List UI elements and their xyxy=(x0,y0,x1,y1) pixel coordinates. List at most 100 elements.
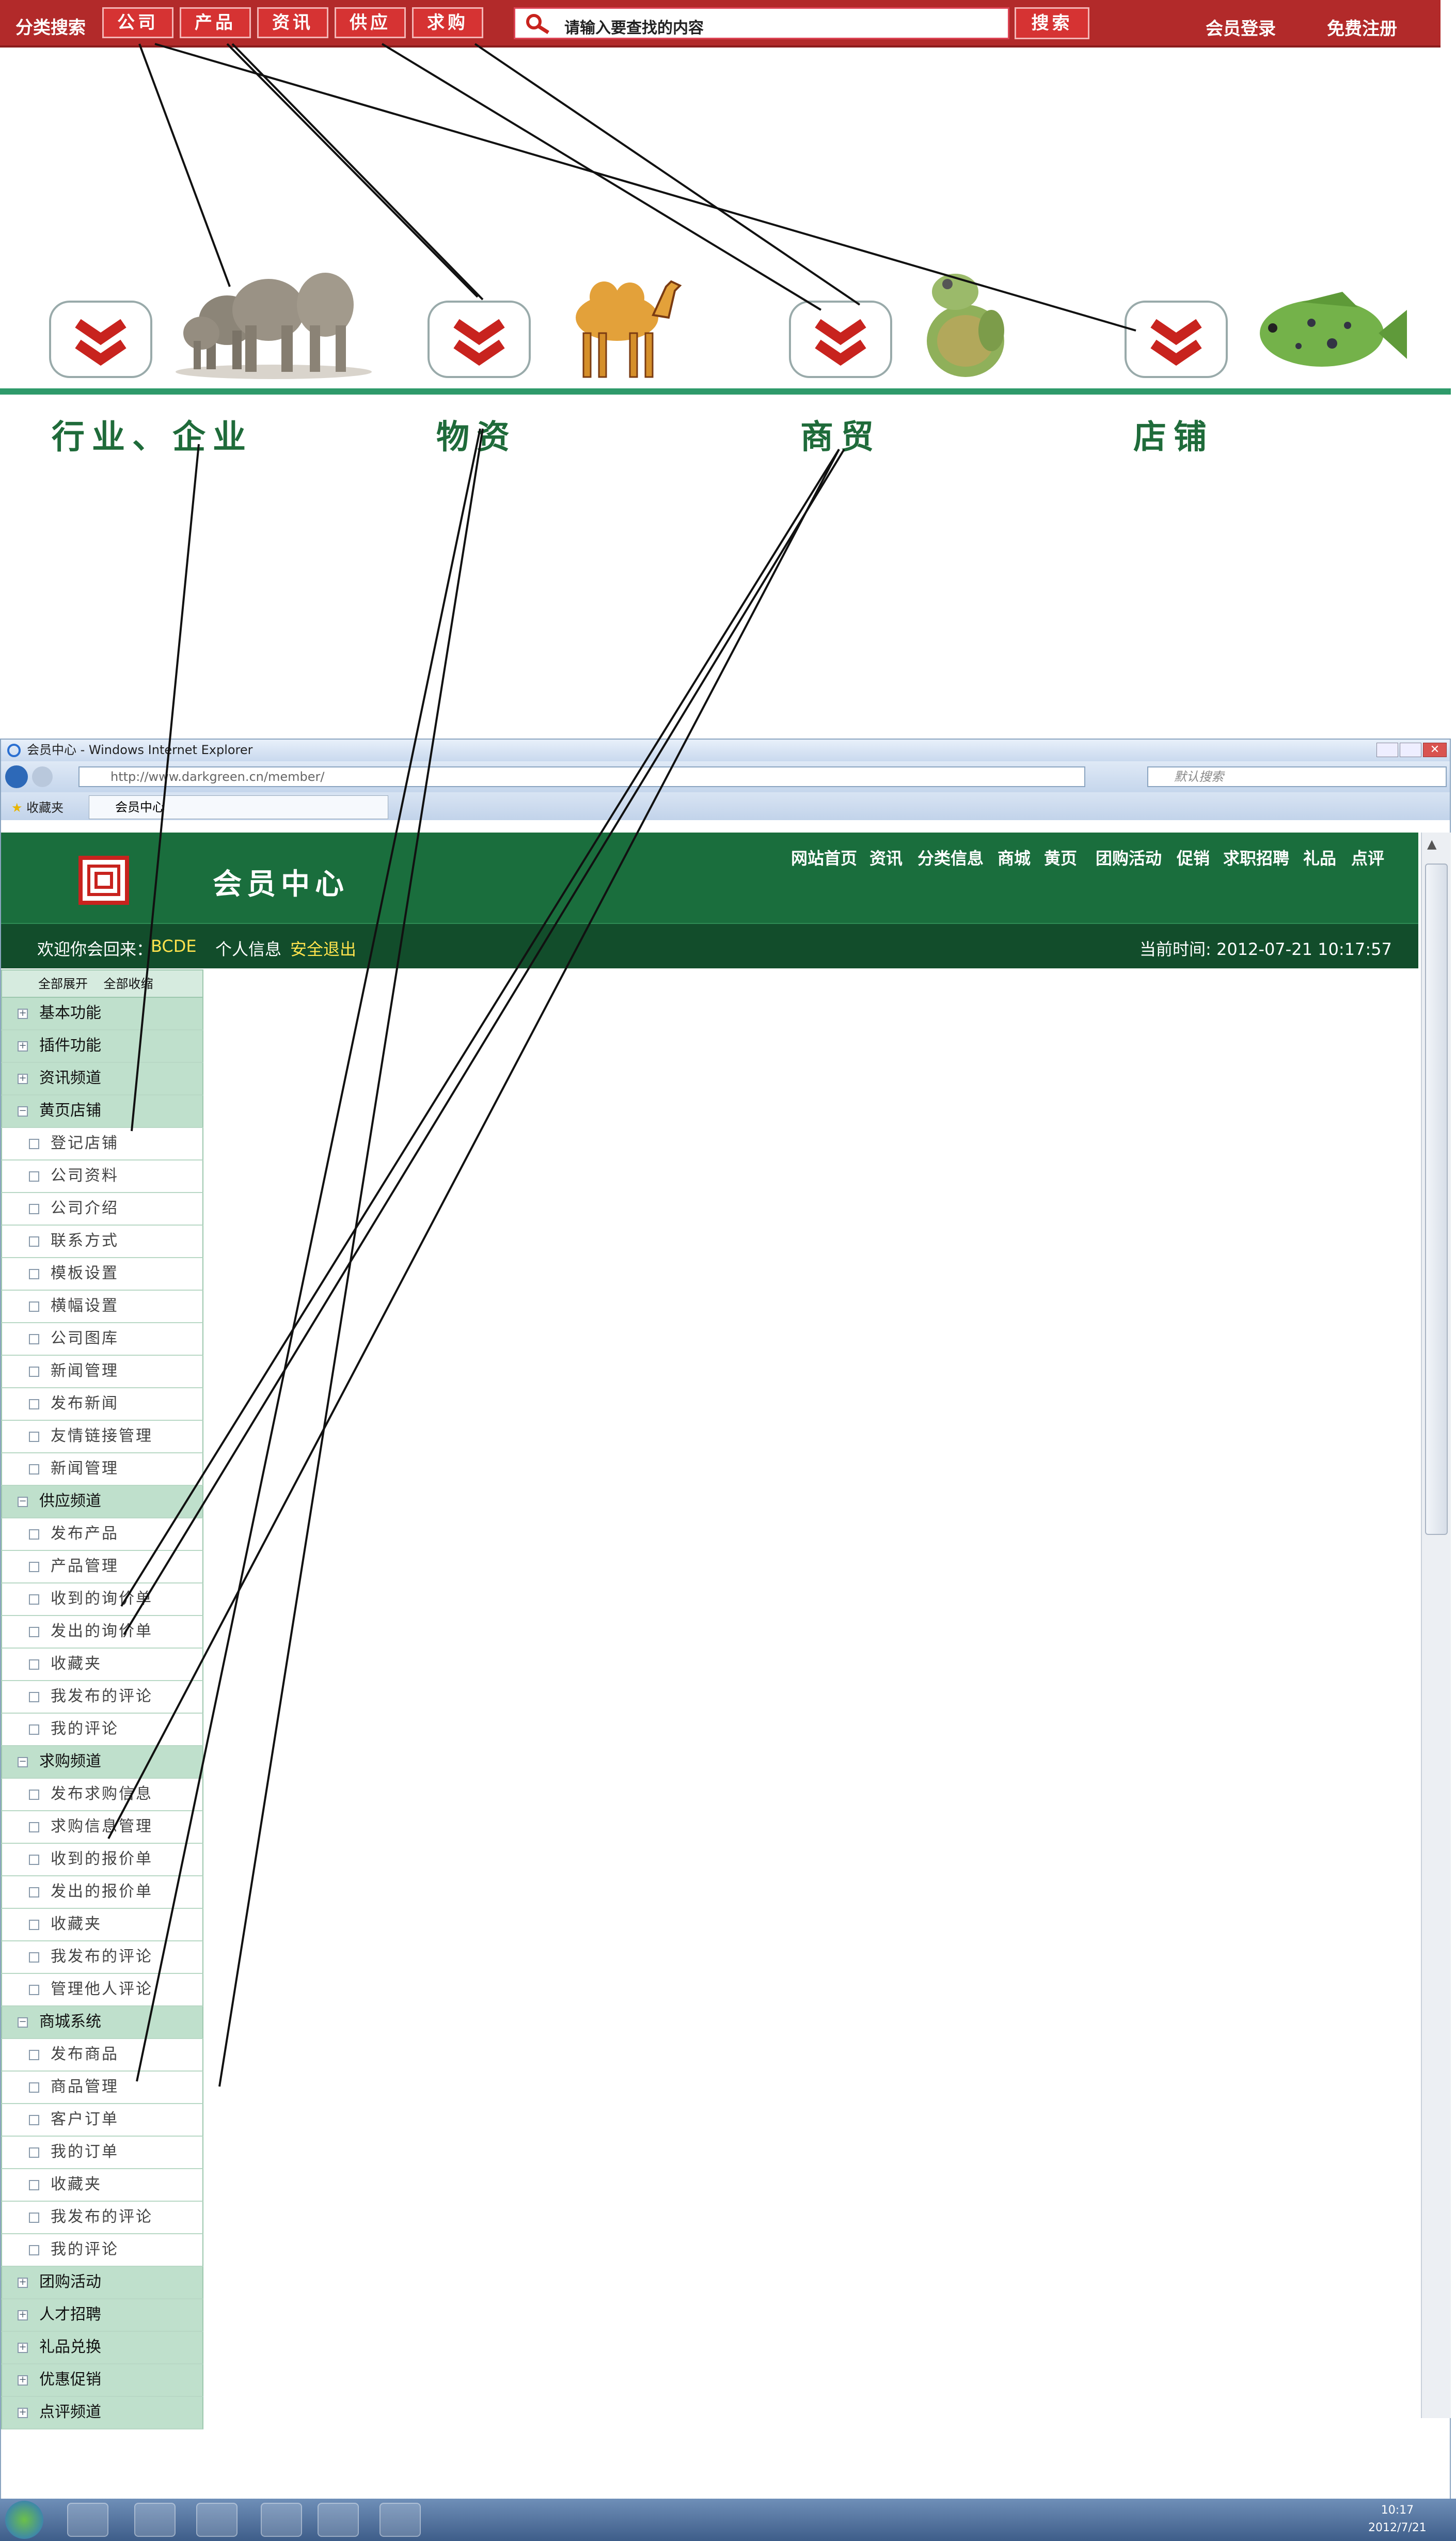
sidebar-item[interactable]: 我发布的评论 xyxy=(1,1941,203,1974)
sidebar-item[interactable]: 收藏夹 xyxy=(1,1909,203,1941)
sidebar-category[interactable]: + 人才招聘 xyxy=(1,2299,203,2332)
browser-tab[interactable]: 会员中心 xyxy=(89,795,388,819)
taskbar-ie-icon[interactable] xyxy=(67,2503,108,2537)
browser-search-field[interactable]: 默认搜索 xyxy=(1147,766,1447,787)
search-input[interactable]: 请输入要查找的内容 xyxy=(514,7,1009,39)
sidebar-item[interactable]: 新闻管理 xyxy=(1,1453,203,1486)
category-label-industry: 行业、企业 xyxy=(52,418,253,457)
sidebar-item[interactable]: 联系方式 xyxy=(1,1226,203,1258)
sidebar-item[interactable]: 发布产品 xyxy=(1,1518,203,1551)
taskbar-document-icon[interactable] xyxy=(261,2503,302,2537)
sidebar-item[interactable]: 发出的报价单 xyxy=(1,1876,203,1909)
address-bar-row: http://www.darkgreen.cn/member/ 默认搜索 xyxy=(1,761,1450,792)
chevron-button-materials[interactable] xyxy=(428,301,531,378)
back-button[interactable] xyxy=(5,765,28,788)
sidebar-category[interactable]: − 求购频道 xyxy=(1,1746,203,1779)
sidebar-item[interactable]: 新闻管理 xyxy=(1,1356,203,1388)
scroll-up-icon[interactable]: ▲ xyxy=(1427,837,1436,851)
nav-home[interactable]: 网站首页 xyxy=(791,845,857,869)
sidebar-category[interactable]: + 基本功能 xyxy=(1,998,203,1030)
sidebar-item[interactable]: 收到的询价单 xyxy=(1,1583,203,1616)
sidebar-item[interactable]: 我的评论 xyxy=(1,1714,203,1746)
login-link[interactable]: 会员登录 xyxy=(1206,14,1276,40)
sidebar-item[interactable]: 登记店铺 xyxy=(1,1128,203,1160)
sidebar-label: 收到的询价单 xyxy=(51,1590,153,1608)
sidebar-item[interactable]: 求购信息管理 xyxy=(1,1811,203,1844)
welcome-text: 欢迎你会回来： xyxy=(37,939,153,959)
sidebar-item[interactable]: 收藏夹 xyxy=(1,2169,203,2202)
sidebar-item[interactable]: 公司介绍 xyxy=(1,1193,203,1226)
sidebar-item[interactable]: 我发布的评论 xyxy=(1,2202,203,2234)
sidebar-item[interactable]: 我的订单 xyxy=(1,2137,203,2169)
category-tab-company[interactable]: 公司 xyxy=(102,7,173,38)
forward-button[interactable] xyxy=(32,766,53,787)
sidebar-category[interactable]: + 点评频道 xyxy=(1,2397,203,2429)
nav-mall[interactable]: 商城 xyxy=(998,845,1031,869)
favorites-button[interactable]: ★ 收藏夹 xyxy=(11,797,64,815)
close-button[interactable]: ✕ xyxy=(1423,743,1447,757)
sidebar-item[interactable]: 客户订单 xyxy=(1,2104,203,2137)
logout-link[interactable]: 安全退出 xyxy=(290,936,356,960)
expand-all-link[interactable]: 全部展开 xyxy=(38,977,88,991)
vertical-scrollbar[interactable]: ▲ xyxy=(1421,833,1451,2418)
sidebar-item[interactable]: 商品管理 xyxy=(1,2072,203,2104)
sidebar-item[interactable]: 我的评论 xyxy=(1,2234,203,2267)
fish-image xyxy=(1260,292,1407,367)
sidebar-category[interactable]: − 商城系统 xyxy=(1,2006,203,2039)
start-button[interactable] xyxy=(5,2501,43,2539)
chevron-button-shop[interactable] xyxy=(1125,301,1228,378)
sidebar-item[interactable]: 发出的询价单 xyxy=(1,1616,203,1649)
sidebar-category[interactable]: − 黄页店铺 xyxy=(1,1095,203,1128)
sidebar-item[interactable]: 公司资料 xyxy=(1,1160,203,1193)
taskbar-folder-icon[interactable] xyxy=(379,2503,421,2537)
register-link[interactable]: 免费注册 xyxy=(1327,14,1397,40)
category-tab-supply[interactable]: 供应 xyxy=(335,7,406,38)
sidebar-item[interactable]: 发布商品 xyxy=(1,2039,203,2072)
sidebar-item[interactable]: 产品管理 xyxy=(1,1551,203,1583)
nav-gifts[interactable]: 礼品 xyxy=(1303,845,1336,869)
sidebar-item[interactable]: 模板设置 xyxy=(1,1258,203,1291)
sidebar-item[interactable]: 友情链接管理 xyxy=(1,1421,203,1453)
chevron-button-industry[interactable] xyxy=(49,301,152,378)
nav-jobs[interactable]: 求职招聘 xyxy=(1223,845,1289,869)
minimize-button[interactable] xyxy=(1376,743,1398,757)
checkbox-icon xyxy=(29,1594,39,1605)
sidebar-item[interactable]: 公司图库 xyxy=(1,1323,203,1356)
category-tab-purchase[interactable]: 求购 xyxy=(412,7,483,38)
sidebar-item[interactable]: 收到的报价单 xyxy=(1,1844,203,1876)
sidebar-category[interactable]: + 资讯频道 xyxy=(1,1063,203,1095)
sidebar-item[interactable]: 我发布的评论 xyxy=(1,1681,203,1714)
category-tab-news[interactable]: 资讯 xyxy=(257,7,328,38)
nav-reviews[interactable]: 点评 xyxy=(1351,845,1384,869)
sidebar-item[interactable]: 收藏夹 xyxy=(1,1649,203,1681)
maximize-button[interactable] xyxy=(1400,743,1421,757)
sidebar-item[interactable]: 横幅设置 xyxy=(1,1291,203,1323)
taskbar-app-icon[interactable] xyxy=(134,2503,176,2537)
profile-link[interactable]: 个人信息 xyxy=(215,936,281,960)
sidebar-label: 点评频道 xyxy=(39,2403,101,2421)
taskbar-word-icon[interactable] xyxy=(318,2503,359,2537)
collapse-all-link[interactable]: 全部收缩 xyxy=(104,977,153,991)
sidebar-category[interactable]: + 插件功能 xyxy=(1,1030,203,1063)
url-field[interactable]: http://www.darkgreen.cn/member/ xyxy=(78,766,1085,787)
category-label-trade: 商贸 xyxy=(800,418,881,457)
sidebar-category[interactable]: + 礼品兑换 xyxy=(1,2332,203,2364)
sidebar-item[interactable]: 发布新闻 xyxy=(1,1388,203,1421)
category-tab-product[interactable]: 产品 xyxy=(180,7,251,38)
scrollbar-thumb[interactable] xyxy=(1425,864,1448,1535)
sidebar-category[interactable]: + 优惠促销 xyxy=(1,2364,203,2397)
sidebar-item[interactable]: 发布求购信息 xyxy=(1,1779,203,1811)
sidebar-label: 插件功能 xyxy=(39,1037,101,1055)
sidebar-category[interactable]: − 供应频道 xyxy=(1,1486,203,1518)
search-button[interactable]: 搜索 xyxy=(1015,7,1089,39)
nav-group-buy[interactable]: 团购活动 xyxy=(1096,845,1162,869)
nav-yellow-pages[interactable]: 黄页 xyxy=(1044,845,1077,869)
nav-news[interactable]: 资讯 xyxy=(869,845,903,869)
taskbar-qq-icon[interactable] xyxy=(196,2503,238,2537)
nav-promotions[interactable]: 促销 xyxy=(1177,845,1210,869)
sidebar-category[interactable]: + 团购活动 xyxy=(1,2267,203,2299)
double-chevron-down-icon xyxy=(1150,319,1202,366)
sidebar-item[interactable]: 管理他人评论 xyxy=(1,1974,203,2006)
chevron-button-trade[interactable] xyxy=(789,301,892,378)
nav-classifieds[interactable]: 分类信息 xyxy=(917,845,984,869)
